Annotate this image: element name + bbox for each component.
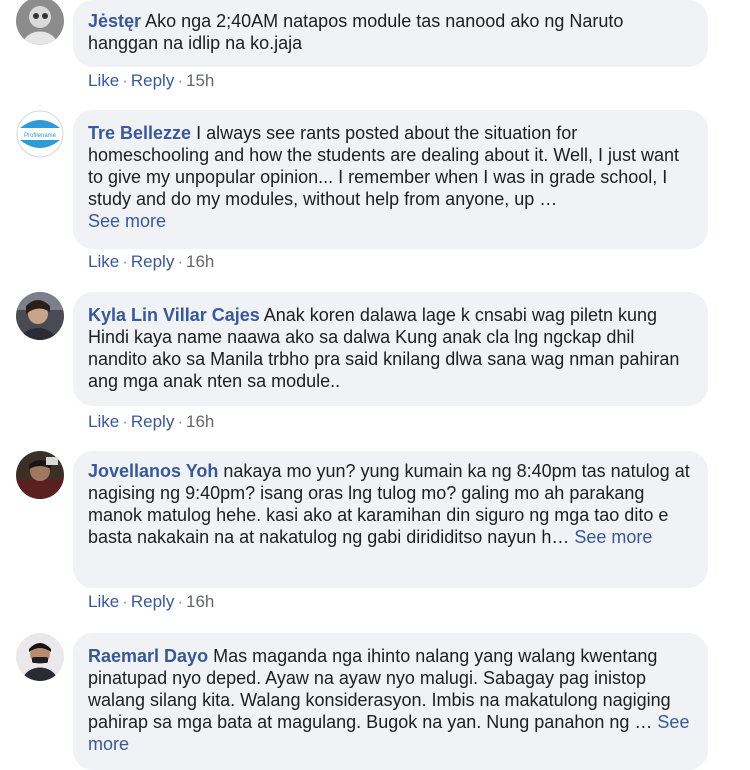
reply-button[interactable]: Reply bbox=[131, 412, 174, 431]
avatar[interactable]: Profilename bbox=[16, 110, 64, 158]
see-more-link[interactable]: See more bbox=[574, 527, 652, 547]
comment-bubble: Raemarl Dayo Mas maganda nga ihinto nala… bbox=[73, 633, 708, 770]
reply-button[interactable]: Reply bbox=[131, 71, 174, 90]
like-button[interactable]: Like bbox=[88, 252, 119, 271]
comment-bubble: Jovellanos Yoh nakaya mo yun? yung kumai… bbox=[73, 451, 708, 588]
reply-button[interactable]: Reply bbox=[131, 252, 174, 271]
comment-actions: Like · Reply · 16h bbox=[88, 412, 214, 432]
comment-timestamp[interactable]: 16h bbox=[186, 252, 214, 271]
comment-actions: Like · Reply · 15h bbox=[88, 71, 214, 91]
avatar[interactable] bbox=[16, 0, 64, 45]
comment-text: Ako nga 2;40AM natapos module tas nanood… bbox=[88, 11, 624, 53]
separator: · bbox=[177, 71, 183, 90]
avatar-text: Profilename bbox=[24, 133, 57, 139]
see-more-link[interactable]: See more bbox=[88, 211, 166, 231]
separator: · bbox=[177, 592, 183, 611]
comment-timestamp[interactable]: 16h bbox=[186, 592, 214, 611]
comment-author[interactable]: Raemarl Dayo bbox=[88, 646, 208, 666]
separator: · bbox=[122, 71, 128, 90]
like-button[interactable]: Like bbox=[88, 71, 119, 90]
comment-author[interactable]: Jėstęr bbox=[88, 11, 141, 31]
avatar[interactable] bbox=[16, 451, 64, 499]
comment-author[interactable]: Jovellanos Yoh bbox=[88, 461, 218, 481]
comment-bubble: Tre Bellezze I always see rants posted a… bbox=[73, 110, 708, 249]
comment-timestamp[interactable]: 16h bbox=[186, 412, 214, 431]
separator: · bbox=[122, 592, 128, 611]
comment-actions: Like · Reply · 16h bbox=[88, 252, 214, 272]
separator: · bbox=[177, 412, 183, 431]
comment-author[interactable]: Kyla Lin Villar Cajes bbox=[88, 305, 260, 325]
comment-author[interactable]: Tre Bellezze bbox=[88, 123, 191, 143]
separator: · bbox=[177, 252, 183, 271]
like-button[interactable]: Like bbox=[88, 592, 119, 611]
reply-button[interactable]: Reply bbox=[131, 592, 174, 611]
comment-actions: Like · Reply · 16h bbox=[88, 592, 214, 612]
like-button[interactable]: Like bbox=[88, 412, 119, 431]
comment-timestamp[interactable]: 15h bbox=[186, 71, 214, 90]
comment-bubble: Jėstęr Ako nga 2;40AM natapos module tas… bbox=[73, 0, 708, 67]
avatar[interactable] bbox=[16, 633, 64, 681]
separator: · bbox=[122, 412, 128, 431]
comment-bubble: Kyla Lin Villar Cajes Anak koren dalawa … bbox=[73, 292, 708, 406]
separator: · bbox=[122, 252, 128, 271]
avatar[interactable] bbox=[16, 292, 64, 340]
